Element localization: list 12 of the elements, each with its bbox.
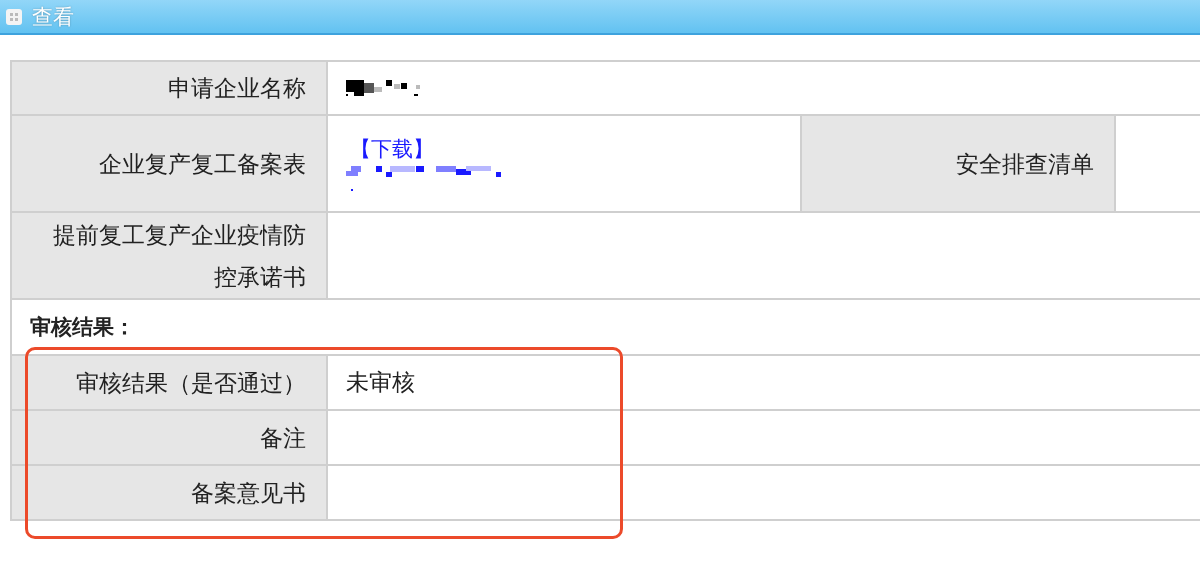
field-label: 提前复工复产企业疫情防控承诺书 xyxy=(11,212,327,299)
field-label: 企业复产复工备案表 xyxy=(11,115,327,212)
field-label: 安全排查清单 xyxy=(801,115,1115,212)
field-label: 申请企业名称 xyxy=(11,61,327,115)
window-title: 查看 xyxy=(32,3,74,31)
field-label: 备案意见书 xyxy=(11,465,327,520)
section-heading: 审核结果： xyxy=(30,315,135,339)
field-label: 备注 xyxy=(11,410,327,465)
field-value: 未审核 xyxy=(346,369,415,395)
download-link[interactable]: 【下载】 xyxy=(350,136,434,161)
field-label: 审核结果（是否通过） xyxy=(11,355,327,410)
window-icon xyxy=(6,8,22,25)
